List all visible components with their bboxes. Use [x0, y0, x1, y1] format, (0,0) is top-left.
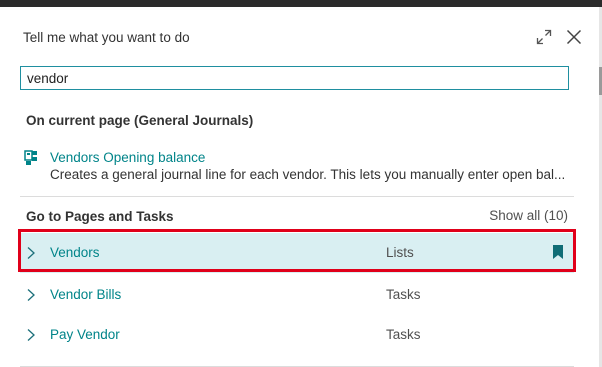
list-item-vendors[interactable]: Vendors Lists [20, 233, 574, 273]
search-input[interactable] [20, 66, 569, 90]
list-item-category: Tasks [386, 327, 421, 342]
chevron-right-icon [26, 328, 36, 342]
list-item-vendor-bills[interactable]: Vendor Bills Tasks [20, 275, 574, 315]
current-page-result[interactable]: Vendors Opening balance Creates a genera… [23, 150, 583, 190]
show-all-link[interactable]: Show all (10) [489, 208, 568, 223]
window-top-bar [0, 0, 602, 7]
result-description: Creates a general journal line for each … [50, 167, 566, 182]
journal-action-icon [23, 150, 41, 166]
list-item-name[interactable]: Pay Vendor [50, 327, 120, 342]
result-title[interactable]: Vendors Opening balance [50, 150, 205, 165]
dialog-title: Tell me what you want to do [23, 30, 190, 45]
expand-icon[interactable] [536, 29, 552, 45]
bookmark-icon[interactable] [552, 244, 564, 260]
list-item-category: Tasks [386, 287, 421, 302]
chevron-right-icon [26, 246, 36, 260]
pages-tasks-heading: Go to Pages and Tasks [26, 209, 174, 224]
chevron-right-icon [26, 288, 36, 302]
list-item-name[interactable]: Vendors [50, 245, 100, 260]
close-icon[interactable] [566, 29, 582, 45]
list-item-pay-vendor[interactable]: Pay Vendor Tasks [20, 315, 574, 355]
list-item-category: Lists [386, 245, 414, 260]
section-divider [20, 196, 574, 197]
list-item-name[interactable]: Vendor Bills [50, 287, 121, 302]
current-page-heading: On current page (General Journals) [26, 113, 254, 128]
